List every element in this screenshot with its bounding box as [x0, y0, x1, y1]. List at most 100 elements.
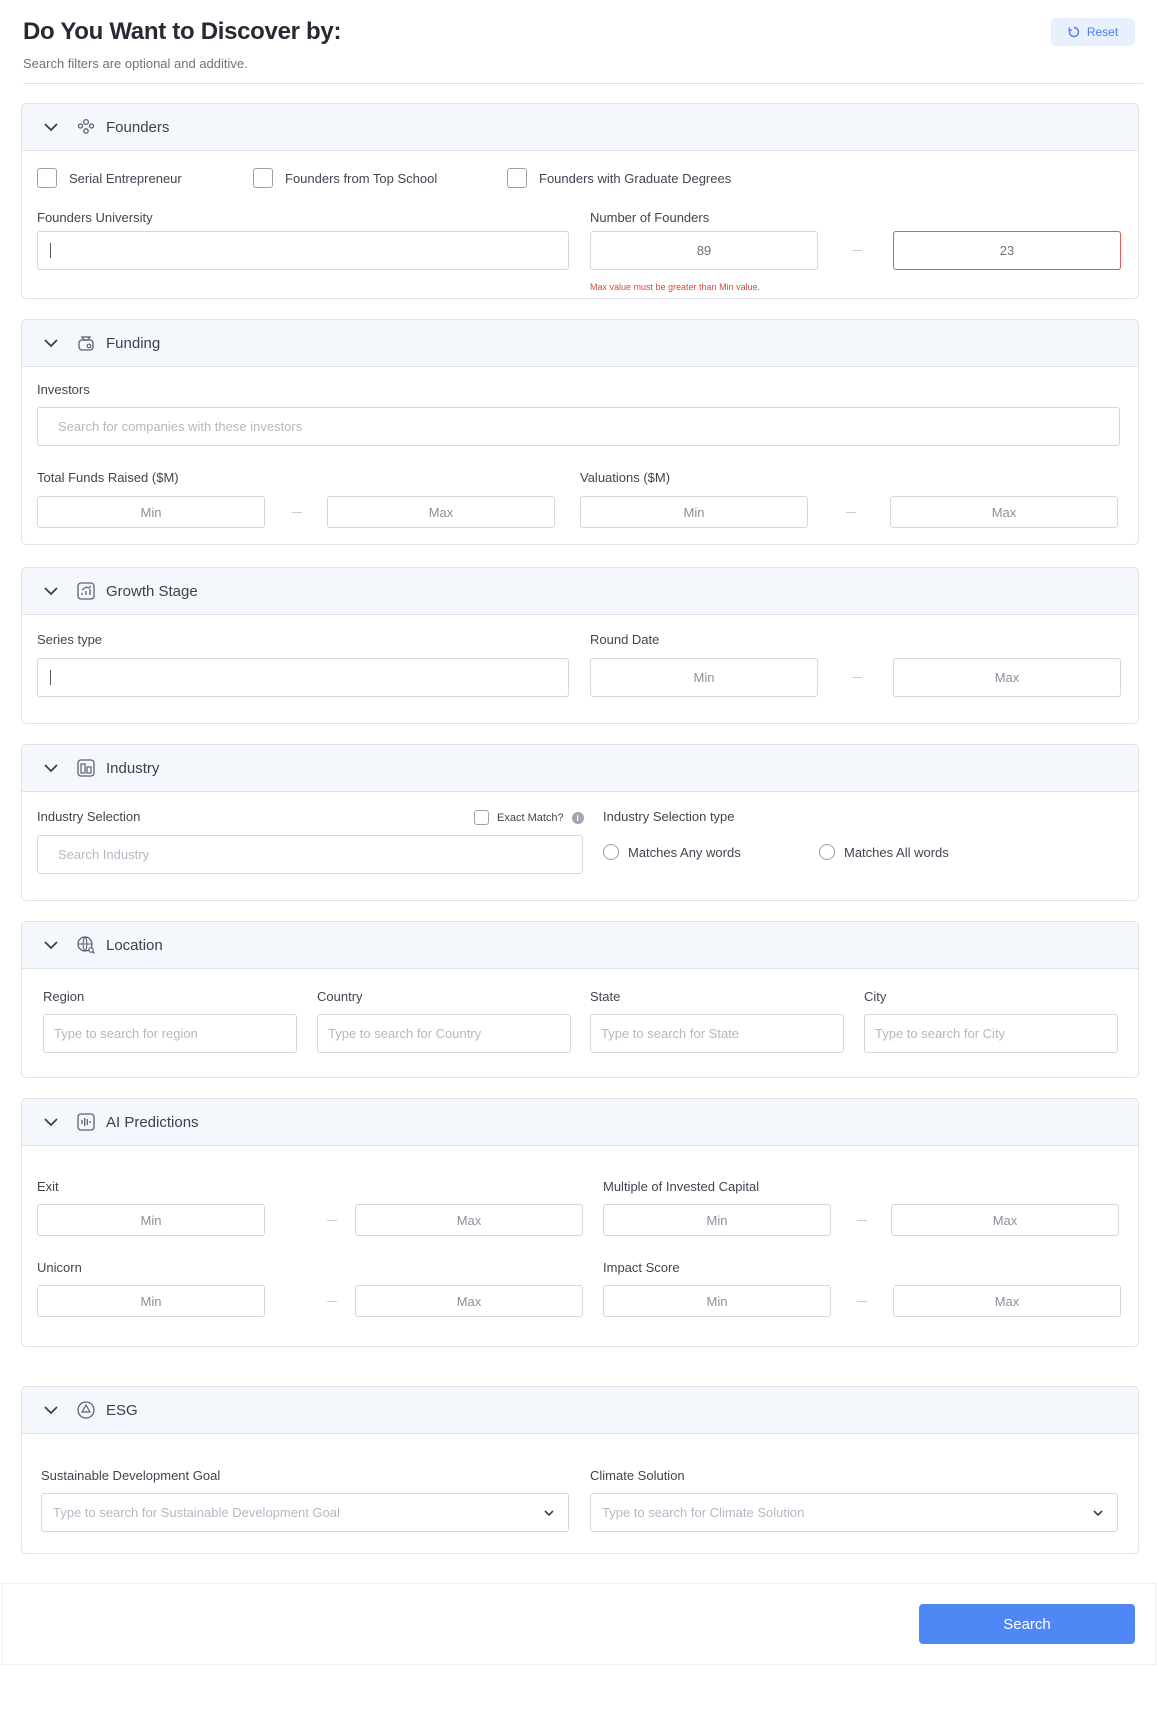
round-date-label: Round Date: [590, 632, 660, 647]
round-date-max-input[interactable]: Max: [893, 658, 1121, 697]
founders-min-input[interactable]: 89: [590, 231, 818, 270]
unicorn-max-input[interactable]: Max: [355, 1285, 583, 1317]
city-label: City: [864, 989, 887, 1004]
impact-min-input[interactable]: Min: [603, 1285, 831, 1317]
valuations-label: Valuations ($M): [580, 470, 671, 485]
building-icon: [77, 759, 95, 777]
series-type-input[interactable]: [37, 658, 569, 697]
country-label: Country: [317, 989, 363, 1004]
chevron-down-icon[interactable]: [42, 118, 60, 136]
info-icon[interactable]: i: [571, 811, 584, 824]
ai-predictions-title: AI Predictions: [106, 1113, 199, 1131]
page-title: Do You Want to Discover by:: [23, 18, 342, 45]
recycle-icon: [77, 1401, 95, 1419]
range-dash: [852, 677, 862, 678]
text-cursor: [50, 243, 51, 258]
unicorn-min-input[interactable]: Min: [37, 1285, 265, 1317]
moic-max-input[interactable]: Max: [891, 1204, 1119, 1236]
founders-panel: Founders Serial Entrepreneur Founders fr…: [21, 103, 1139, 299]
esg-panel: ESG Sustainable Development Goal Type to…: [21, 1386, 1139, 1554]
people-icon: [77, 118, 95, 134]
location-header[interactable]: Location: [22, 922, 1138, 969]
chevron-down-icon[interactable]: [42, 759, 60, 777]
exit-label: Exit: [37, 1179, 59, 1194]
founders-title: Founders: [106, 118, 170, 136]
radio-label: Matches All words: [844, 844, 949, 860]
graduate-degrees-checkbox[interactable]: Founders with Graduate Degrees: [507, 168, 731, 188]
ai-predictions-header[interactable]: AI Predictions: [22, 1099, 1138, 1146]
valuations-min-input[interactable]: Min: [580, 496, 808, 528]
founders-max-input[interactable]: 23: [893, 231, 1121, 270]
country-input[interactable]: Type to search for Country: [317, 1014, 571, 1053]
range-dash: [327, 1220, 337, 1221]
chevron-down-icon[interactable]: [1091, 1506, 1105, 1520]
founders-header[interactable]: Founders: [22, 104, 1138, 151]
exact-match-checkbox[interactable]: Exact Match? i: [474, 810, 584, 825]
footer-bar: Search: [2, 1583, 1156, 1665]
esg-title: ESG: [106, 1401, 138, 1419]
region-input[interactable]: Type to search for region: [43, 1014, 297, 1053]
funding-panel: Funding Investors Search for companies w…: [21, 319, 1139, 545]
chevron-down-icon[interactable]: [42, 936, 60, 954]
checkbox-box[interactable]: [37, 168, 57, 188]
text-cursor: [50, 670, 51, 685]
founders-university-input[interactable]: [37, 231, 569, 270]
round-date-min-input[interactable]: Min: [590, 658, 818, 697]
range-error-message: Max value must be greater than Min value…: [590, 282, 761, 292]
range-dash: [846, 512, 856, 513]
checkbox-box[interactable]: [253, 168, 273, 188]
money-bag-icon: [78, 336, 94, 351]
serial-entrepreneur-checkbox[interactable]: Serial Entrepreneur: [37, 168, 182, 188]
page-header: Do You Want to Discover by: Search filte…: [23, 18, 1143, 84]
radio-circle[interactable]: [603, 844, 619, 860]
range-dash: [292, 512, 302, 513]
radio-circle[interactable]: [819, 844, 835, 860]
checkbox-label: Founders with Graduate Degrees: [539, 170, 732, 186]
checkbox-box[interactable]: [507, 168, 527, 188]
valuations-max-input[interactable]: Max: [890, 496, 1118, 528]
search-button[interactable]: Search: [919, 1604, 1135, 1644]
reset-button[interactable]: Reset: [1051, 18, 1135, 46]
matches-all-radio[interactable]: Matches All words: [819, 844, 949, 860]
checkbox-box[interactable]: [474, 810, 489, 825]
chevron-down-icon[interactable]: [42, 582, 60, 600]
range-dash: [852, 250, 862, 251]
climate-solution-select[interactable]: Type to search for Climate Solution: [590, 1493, 1118, 1532]
funds-min-input[interactable]: Min: [37, 496, 265, 528]
location-title: Location: [106, 936, 163, 954]
ai-waveform-icon: [77, 1113, 95, 1131]
industry-title: Industry: [106, 759, 160, 777]
growth-stage-panel: Growth Stage Series type Round Date Min …: [21, 567, 1139, 724]
moic-min-input[interactable]: Min: [603, 1204, 831, 1236]
unicorn-label: Unicorn: [37, 1260, 82, 1275]
chevron-down-icon[interactable]: [42, 1113, 60, 1131]
industry-selection-type-label: Industry Selection type: [603, 809, 735, 824]
chevron-down-icon[interactable]: [42, 334, 60, 352]
chevron-down-icon[interactable]: [42, 1401, 60, 1419]
growth-stage-header[interactable]: Growth Stage: [22, 568, 1138, 615]
radio-label: Matches Any words: [628, 844, 741, 860]
growth-stage-title: Growth Stage: [106, 582, 198, 600]
sdg-select[interactable]: Type to search for Sustainable Developme…: [41, 1493, 569, 1532]
growth-chart-icon: [77, 582, 95, 600]
impact-max-input[interactable]: Max: [893, 1285, 1121, 1317]
exit-max-input[interactable]: Max: [355, 1204, 583, 1236]
city-input[interactable]: Type to search for City: [864, 1014, 1118, 1053]
top-school-checkbox[interactable]: Founders from Top School: [253, 168, 437, 188]
range-dash: [857, 1220, 867, 1221]
funding-header[interactable]: Funding: [22, 320, 1138, 367]
esg-header[interactable]: ESG: [22, 1387, 1138, 1434]
exit-min-input[interactable]: Min: [37, 1204, 265, 1236]
industry-search-input[interactable]: Search Industry: [37, 835, 583, 874]
funds-max-input[interactable]: Max: [327, 496, 555, 528]
location-panel: Location Region Type to search for regio…: [21, 921, 1139, 1078]
matches-any-radio[interactable]: Matches Any words: [603, 844, 741, 860]
climate-solution-label: Climate Solution: [590, 1468, 685, 1483]
founders-university-label: Founders University: [37, 210, 153, 225]
investors-input[interactable]: Search for companies with these investor…: [37, 407, 1120, 446]
state-input[interactable]: Type to search for State: [590, 1014, 844, 1053]
industry-header[interactable]: Industry: [22, 745, 1138, 792]
checkbox-label: Founders from Top School: [285, 170, 438, 186]
sdg-label: Sustainable Development Goal: [41, 1468, 221, 1483]
chevron-down-icon[interactable]: [542, 1506, 556, 1520]
